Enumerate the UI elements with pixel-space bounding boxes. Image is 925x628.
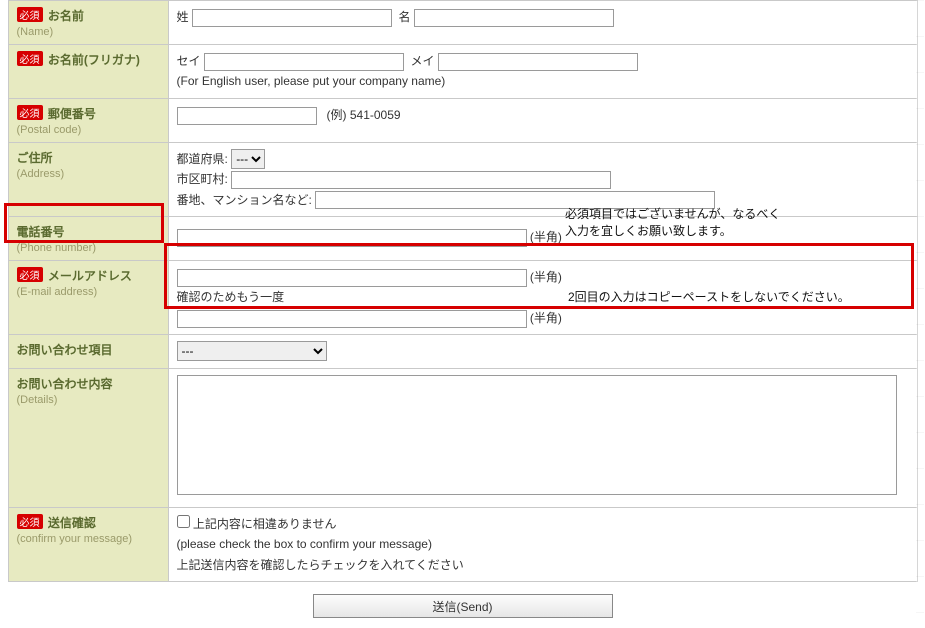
postal-ex-label: (例) [327, 108, 347, 122]
label-subject-jp: お問い合わせ項目 [17, 343, 113, 357]
input-kana-mei[interactable] [438, 53, 638, 71]
required-badge: 必須 [17, 514, 43, 529]
label-pref: 都道府県: [177, 152, 228, 166]
confirm-checkbox[interactable] [177, 515, 190, 528]
confirm-note2: 上記送信内容を確認したらチェックを入れてください [177, 555, 909, 575]
required-badge: 必須 [17, 267, 43, 282]
label-postal-en: (Postal code) [17, 124, 160, 136]
select-pref[interactable]: --- [231, 149, 265, 169]
label-confirm-jp: 送信確認 [48, 516, 96, 530]
label-phone-jp: 電話番号 [17, 225, 65, 239]
row-details: お問い合わせ内容 (Details) [8, 368, 917, 507]
label-details-en: (Details) [17, 394, 160, 406]
label-postal-jp: 郵便番号 [48, 107, 96, 121]
row-kana: 必須 お名前(フリガナ) セイ メイ (For English user, pl… [8, 45, 917, 99]
row-name: 必須 お名前 (Name) 姓 名 [8, 1, 917, 45]
input-postal[interactable] [177, 107, 317, 125]
row-confirm: 必須 送信確認 (confirm your message) 上記内容に相違あり… [8, 507, 917, 581]
input-mei[interactable] [414, 9, 614, 27]
input-city[interactable] [231, 171, 611, 189]
label-kana-jp: お名前(フリガナ) [48, 53, 140, 67]
postal-ex-value: 541-0059 [350, 108, 401, 122]
label-address-en: (Address) [17, 168, 160, 180]
label-sei: 姓 [177, 10, 189, 24]
required-badge: 必須 [17, 7, 43, 22]
label-name-en: (Name) [17, 26, 160, 38]
input-sei[interactable] [192, 9, 392, 27]
label-kana-mei: メイ [411, 54, 435, 68]
label-details-jp: お問い合わせ内容 [17, 377, 113, 391]
required-badge: 必須 [17, 51, 43, 66]
label-street: 番地、マンション名など: [177, 193, 312, 207]
label-name-jp: お名前 [48, 9, 84, 23]
label-mei: 名 [399, 10, 411, 24]
label-email-jp: メールアドレス [48, 269, 132, 283]
label-confirm-en: (confirm your message) [17, 533, 160, 545]
email-han-2: (半角) [530, 311, 562, 325]
email-again-label: 確認のためもう一度 [177, 290, 285, 304]
email-han-1: (半角) [530, 270, 562, 284]
confirm-note1: (please check the box to confirm your me… [177, 534, 909, 554]
input-email[interactable] [177, 269, 527, 287]
label-email-en: (E-mail address) [17, 286, 160, 298]
select-subject[interactable]: --- [177, 341, 327, 361]
confirm-checkbox-label[interactable]: 上記内容に相違ありません [177, 517, 337, 531]
submit-button[interactable]: 送信(Send) [313, 594, 613, 618]
kana-note: (For English user, please put your compa… [177, 71, 909, 91]
input-phone[interactable] [177, 229, 527, 247]
right-gutter-decor [916, 0, 924, 628]
phone-han: (半角) [530, 230, 562, 244]
callout-email-text: 2回目の入力はコピーペーストをしないでください。 [568, 289, 908, 306]
confirm-check-text: 上記内容に相違ありません [193, 517, 337, 531]
label-phone-en: (Phone number) [17, 242, 160, 254]
label-address-jp: ご住所 [17, 151, 53, 165]
required-badge: 必須 [17, 105, 43, 120]
input-email-confirm[interactable] [177, 310, 527, 328]
textarea-details[interactable] [177, 375, 897, 495]
label-kana-sei: セイ [177, 54, 201, 68]
submit-row: 送信(Send) [0, 588, 925, 628]
input-kana-sei[interactable] [204, 53, 404, 71]
row-subject: お問い合わせ項目 --- [8, 335, 917, 368]
label-city: 市区町村: [177, 172, 228, 186]
row-postal: 必須 郵便番号 (Postal code) (例) 541-0059 [8, 98, 917, 142]
callout-phone-text: 必須項目ではございませんが、なるべく 入力を宜しくお願い致します。 [565, 206, 825, 241]
